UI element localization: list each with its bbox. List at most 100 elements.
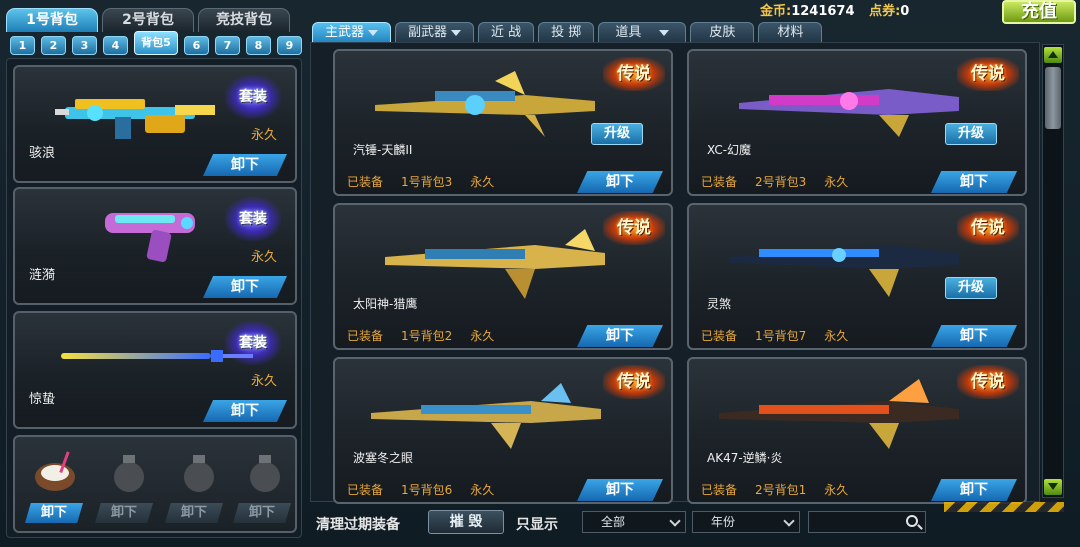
hazard-stripe	[944, 502, 1064, 512]
equipped-status: 已装备	[347, 329, 384, 343]
tab-label: 近 战	[491, 25, 522, 40]
equipped-status: 已装备	[701, 329, 738, 343]
equipped-status: 已装备	[347, 175, 384, 189]
tab-label: 主武器	[325, 25, 365, 40]
upgrade-button[interactable]: 升级	[591, 123, 643, 145]
tab-competitive-backpack[interactable]: 竞技背包	[198, 8, 290, 32]
num-tab-1[interactable]: 1	[10, 36, 35, 55]
rifle-icon	[729, 245, 959, 297]
weapon-card[interactable]: 传说 太阳神-猎鹰 已装备 1号背包2 永久 卸下	[333, 203, 673, 350]
currency-display: 金币:1241674 点券:0	[760, 0, 919, 19]
unequip-button[interactable]: 卸下	[931, 479, 1017, 501]
equip-info: 已装备 1号背包7 永久	[701, 327, 866, 344]
chevron-down-icon	[783, 515, 795, 527]
weapon-name: 波塞冬之眼	[353, 451, 414, 465]
rifle-icon	[719, 379, 959, 449]
num-tab-2[interactable]: 2	[41, 36, 66, 55]
tab-primary-weapon[interactable]: 主武器	[312, 22, 392, 44]
pack-location: 1号背包7	[755, 329, 807, 343]
filter-year-select[interactable]: 年份	[692, 511, 800, 533]
upgrade-button[interactable]: 升级	[945, 123, 997, 145]
duration-label: 永久	[470, 483, 495, 497]
tab-backpack-2[interactable]: 2号背包	[102, 8, 194, 32]
weapon-card[interactable]: 传说 升级 汽锤-天麟II 已装备 1号背包3 永久 卸下	[333, 49, 673, 196]
unequip-button[interactable]: 卸下	[203, 400, 287, 422]
pistol-icon	[105, 213, 195, 263]
scrollbar[interactable]	[1042, 44, 1064, 498]
upgrade-button[interactable]: 升级	[945, 277, 997, 299]
weapon-card[interactable]: 传说 升级 XC-幻魔 已装备2号背包3永久 皮肤 卸下	[687, 49, 1027, 196]
inventory-screen: 1号背包 2号背包 竞技背包 1 2 3 4 背包5 6 7 8 9 套装 永久	[0, 0, 1080, 547]
unequip-button[interactable]: 卸下	[165, 503, 223, 523]
scroll-down-button[interactable]	[1044, 479, 1062, 495]
grenade-icon[interactable]	[237, 447, 293, 497]
unequip-button[interactable]: 卸下	[577, 325, 663, 347]
grenade-icon[interactable]	[171, 447, 227, 497]
equip-info: 已装备 1号背包6 永久	[347, 481, 512, 498]
weapon-name: 涟漪	[29, 268, 56, 283]
search-icon[interactable]	[906, 515, 918, 527]
weapon-name: AK47-逆鳞·炎	[707, 451, 783, 465]
recharge-button[interactable]: 充值	[1002, 0, 1076, 24]
unequip-button[interactable]: 卸下	[577, 479, 663, 501]
legend-badge: 传说	[603, 57, 665, 91]
weapon-card[interactable]: 传说 升级 灵煞 已装备 1号背包7 永久 卸下	[687, 203, 1027, 350]
duration-label: 永久	[250, 250, 277, 265]
unequip-button[interactable]: 卸下	[95, 503, 153, 523]
gold-label: 金币:	[760, 4, 792, 19]
weapon-card[interactable]: 传说 波塞冬之眼 已装备 1号背包6 永久 卸下	[333, 357, 673, 504]
weapon-name: 骇浪	[29, 146, 56, 161]
tab-label: 材料	[777, 25, 804, 40]
clean-expired-label: 清理过期装备	[316, 517, 400, 533]
rifle-icon	[55, 99, 215, 139]
slot-melee-weapon[interactable]: 套装 永久 惊蛰 卸下	[13, 311, 297, 429]
tab-items[interactable]: 道具	[598, 22, 687, 44]
unequip-button[interactable]: 卸下	[203, 276, 287, 298]
legend-badge: 传说	[603, 365, 665, 399]
pack-location: 1号背包6	[401, 483, 453, 497]
weapon-card[interactable]: 传说 AK47-逆鳞·炎 已装备 2号背包1 永久 卸下	[687, 357, 1027, 504]
duration-label: 永久	[824, 175, 849, 189]
weapon-name: 太阳神-猎鹰	[353, 297, 418, 311]
tab-skins[interactable]: 皮肤	[690, 22, 755, 44]
equip-info: 已装备 2号背包1 永久	[701, 481, 866, 498]
tab-backpack-1[interactable]: 1号背包	[6, 8, 98, 32]
slot-secondary-weapon[interactable]: 套装 永久 涟漪 卸下	[13, 187, 297, 305]
unequip-button[interactable]: 卸下	[931, 171, 1017, 193]
scroll-thumb[interactable]	[1045, 67, 1061, 129]
select-value: 年份	[711, 515, 736, 529]
tab-secondary-weapon[interactable]: 副武器	[395, 22, 475, 44]
tab-label: 皮肤	[709, 25, 736, 40]
destroy-button[interactable]: 摧 毁	[428, 510, 504, 534]
suit-badge: 套装	[225, 75, 281, 119]
weapon-name: XC-幻魔	[707, 143, 752, 157]
chevron-down-icon	[368, 29, 379, 36]
tab-throwable[interactable]: 投 掷	[538, 22, 595, 44]
unequip-button[interactable]: 卸下	[25, 503, 83, 523]
num-tab-9[interactable]: 9	[277, 36, 302, 55]
bottom-toolbar: 清理过期装备 摧 毁 只显示 全部 年份	[312, 510, 932, 536]
scroll-up-button[interactable]	[1044, 47, 1062, 63]
equipped-status: 已装备	[701, 483, 738, 497]
tab-materials[interactable]: 材料	[758, 22, 823, 44]
num-tab-8[interactable]: 8	[246, 36, 271, 55]
unequip-button[interactable]: 卸下	[577, 171, 663, 193]
filter-type-select[interactable]: 全部	[582, 511, 686, 533]
equip-info: 已装备 1号背包2 永久	[347, 327, 512, 344]
num-tab-7[interactable]: 7	[215, 36, 240, 55]
num-tab-4[interactable]: 4	[103, 36, 128, 55]
equipped-status: 已装备	[701, 175, 738, 189]
unequip-button[interactable]: 卸下	[203, 154, 287, 176]
num-tab-5[interactable]: 背包5	[134, 31, 178, 55]
weapon-grid: 传说 升级 汽锤-天麟II 已装备 1号背包3 永久 卸下 传说 升级 XC-幻…	[310, 42, 1040, 504]
num-tab-3[interactable]: 3	[72, 36, 97, 55]
coconut-grenade-icon[interactable]	[29, 447, 85, 497]
unequip-button[interactable]: 卸下	[931, 325, 1017, 347]
unequip-button[interactable]: 卸下	[233, 503, 291, 523]
num-tab-6[interactable]: 6	[184, 36, 209, 55]
grenade-icon[interactable]	[101, 447, 157, 497]
slot-primary-weapon[interactable]: 套装 永久 骇浪 卸下	[13, 65, 297, 183]
tab-melee[interactable]: 近 战	[478, 22, 535, 44]
pack-location: 1号背包3	[401, 175, 453, 189]
duration-label: 永久	[250, 374, 277, 389]
